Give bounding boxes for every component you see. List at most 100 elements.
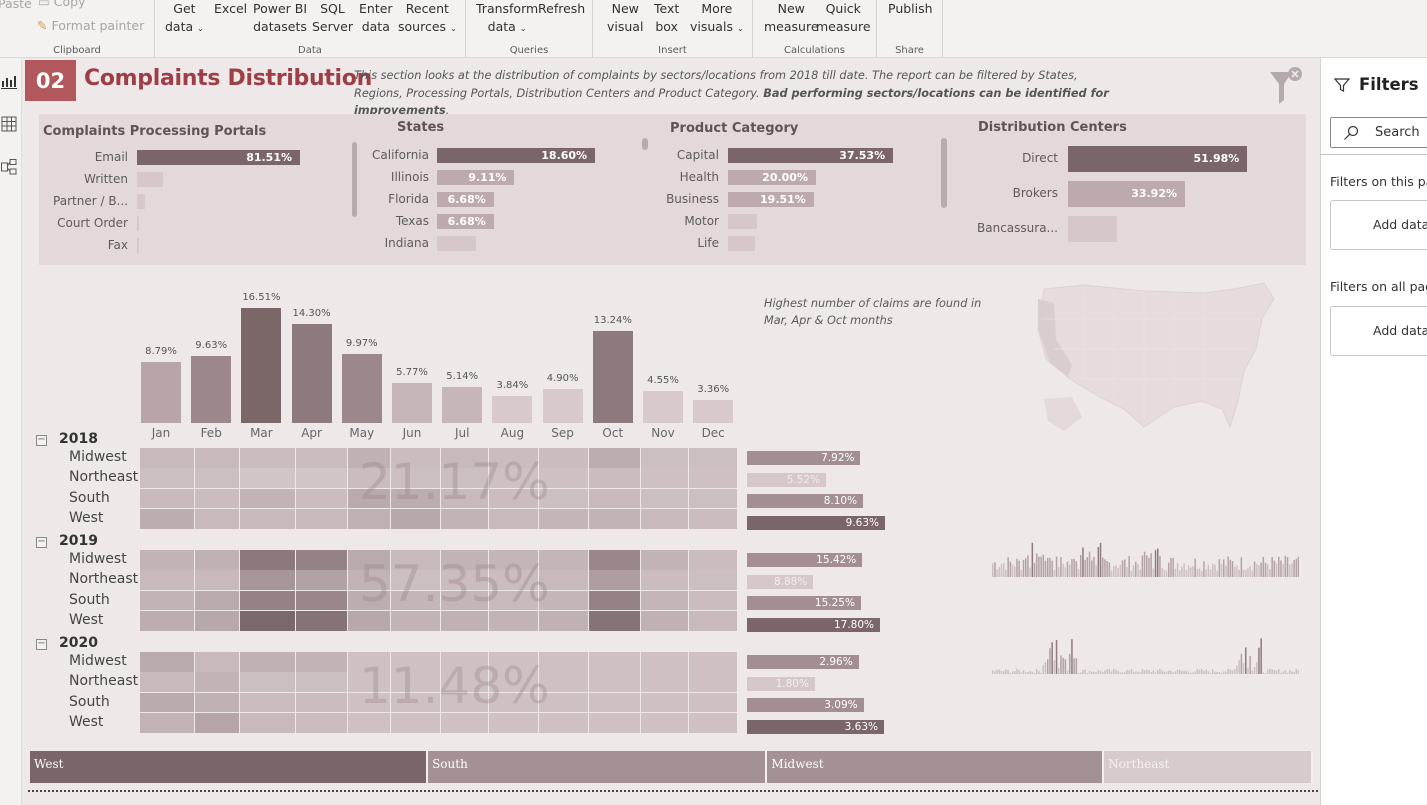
treemap-tile[interactable]: Midwest bbox=[767, 751, 1105, 783]
heatmap-cell[interactable] bbox=[296, 652, 347, 672]
heatmap-cell[interactable] bbox=[689, 508, 737, 529]
new-visual-button[interactable]: New visual bbox=[607, 0, 643, 36]
format-painter-button[interactable]: ✎ Format painter bbox=[37, 17, 144, 35]
region-bar[interactable]: 7.92% bbox=[747, 451, 861, 465]
slicer-bar[interactable] bbox=[1068, 216, 1117, 242]
states-scrollbar[interactable] bbox=[642, 138, 648, 150]
heatmap-cell[interactable] bbox=[195, 508, 239, 529]
heatmap-cell[interactable] bbox=[140, 570, 194, 591]
column-bar[interactable] bbox=[492, 396, 533, 423]
slicer-item-label[interactable]: Texas bbox=[396, 214, 429, 228]
column-bar[interactable] bbox=[141, 361, 181, 423]
heatmap-cell[interactable] bbox=[641, 570, 688, 591]
heatmap-cell[interactable] bbox=[589, 712, 640, 733]
heatmap-cell[interactable] bbox=[348, 508, 390, 529]
add-data-fields-this-page[interactable]: Add data fields here bbox=[1330, 200, 1427, 250]
heatmap-cell[interactable] bbox=[689, 570, 737, 591]
get-data-button[interactable]: Get data ⌄ bbox=[165, 0, 204, 38]
slicer-bar[interactable]: 19.51% bbox=[728, 192, 814, 207]
enter-data-button[interactable]: Enter data bbox=[359, 0, 393, 36]
slicer-item-label[interactable]: Direct bbox=[1022, 151, 1058, 165]
heatmap-cell[interactable] bbox=[240, 550, 295, 570]
recent-sources-button[interactable]: Recent sources ⌄ bbox=[398, 0, 457, 38]
region-bar[interactable]: 2.96% bbox=[747, 655, 859, 669]
heatmap-cell[interactable] bbox=[195, 652, 239, 672]
region-row-label[interactable]: Midwest bbox=[69, 653, 127, 669]
slicer-bar[interactable] bbox=[437, 236, 477, 251]
copy-button[interactable]: ▭ Copy bbox=[38, 0, 86, 11]
heatmap-cell[interactable] bbox=[240, 448, 295, 468]
heatmap-cell[interactable] bbox=[441, 712, 488, 733]
heatmap-cell[interactable] bbox=[296, 610, 347, 631]
heatmap-cell[interactable] bbox=[140, 448, 194, 468]
heatmap-cell[interactable] bbox=[140, 652, 194, 672]
heatmap-cell[interactable] bbox=[240, 672, 295, 693]
slicer-item-label[interactable]: Business bbox=[666, 192, 719, 206]
slicer-item-label[interactable]: Email bbox=[95, 150, 128, 164]
heatmap-cell[interactable] bbox=[689, 448, 737, 468]
heatmap-cell[interactable] bbox=[641, 508, 688, 529]
slicer-item-label[interactable]: Illinois bbox=[391, 170, 429, 184]
clear-filters-icon[interactable] bbox=[1270, 66, 1304, 106]
heatmap-cell[interactable] bbox=[348, 610, 390, 631]
region-bar[interactable]: 1.80% bbox=[747, 676, 815, 691]
slicer-item-label[interactable]: Capital bbox=[677, 148, 719, 162]
region-row-label[interactable]: Northeast bbox=[69, 469, 138, 485]
region-bar[interactable]: 5.52% bbox=[747, 472, 827, 487]
year-label[interactable]: 2018 bbox=[59, 431, 98, 447]
region-bar[interactable]: 8.10% bbox=[747, 494, 864, 508]
heatmap-cell[interactable] bbox=[240, 652, 295, 672]
heatmap-cell[interactable] bbox=[641, 672, 688, 693]
sparkline-2019[interactable] bbox=[992, 638, 1299, 674]
us-map[interactable] bbox=[1024, 279, 1284, 439]
region-row-label[interactable]: South bbox=[69, 694, 110, 710]
slicer-item-label[interactable]: Fax bbox=[108, 238, 128, 252]
portals-scrollbar[interactable] bbox=[352, 142, 357, 217]
slicer-bar[interactable]: 33.92% bbox=[1068, 181, 1186, 207]
heatmap-cell[interactable] bbox=[441, 610, 488, 631]
heatmap-cell[interactable] bbox=[240, 590, 295, 611]
heatmap-cell[interactable] bbox=[195, 448, 239, 468]
heatmap-cell[interactable] bbox=[589, 468, 640, 489]
heatmap-cell[interactable] bbox=[689, 488, 737, 509]
heatmap-cell[interactable] bbox=[689, 692, 737, 713]
slicer-bar[interactable]: 6.68% bbox=[437, 214, 494, 229]
heatmap-cell[interactable] bbox=[689, 610, 737, 631]
heatmap-cell[interactable] bbox=[489, 610, 538, 631]
heatmap-cell[interactable] bbox=[296, 468, 347, 489]
heatmap-cell[interactable] bbox=[296, 508, 347, 529]
slicer-item-label[interactable]: Court Order bbox=[57, 216, 128, 230]
paste-button[interactable]: Paste bbox=[0, 0, 32, 13]
heatmap-cell[interactable] bbox=[689, 550, 737, 570]
region-row-label[interactable]: West bbox=[69, 714, 103, 730]
transform-data-button[interactable]: Transform data ⌄ bbox=[476, 0, 538, 38]
heatmap-cell[interactable] bbox=[240, 488, 295, 509]
treemap-tile[interactable]: West bbox=[30, 751, 429, 783]
heatmap-cell[interactable] bbox=[641, 488, 688, 509]
heatmap-cell[interactable] bbox=[589, 448, 640, 468]
heatmap-cell[interactable] bbox=[140, 468, 194, 489]
column-bar[interactable] bbox=[341, 353, 382, 423]
heatmap-cell[interactable] bbox=[689, 672, 737, 693]
region-bar[interactable]: 15.42% bbox=[747, 553, 863, 567]
slicer-item-label[interactable]: California bbox=[372, 148, 429, 162]
slicer-bar[interactable]: 20.00% bbox=[728, 170, 816, 185]
heatmap-cell[interactable] bbox=[539, 610, 588, 631]
heatmap-cell[interactable] bbox=[641, 550, 688, 570]
region-bar[interactable]: 3.09% bbox=[747, 698, 864, 712]
slicer-bar[interactable]: 6.68% bbox=[437, 192, 494, 207]
heatmap-cell[interactable] bbox=[195, 468, 239, 489]
region-bar[interactable]: 9.63% bbox=[747, 515, 885, 530]
heatmap-cell[interactable] bbox=[689, 468, 737, 489]
heatmap-cell[interactable] bbox=[589, 610, 640, 631]
heatmap-cell[interactable] bbox=[641, 610, 688, 631]
slicer-bar[interactable] bbox=[137, 172, 163, 187]
column-bar[interactable] bbox=[392, 382, 432, 423]
heatmap-cell[interactable] bbox=[296, 550, 347, 570]
sql-server-button[interactable]: SQL Server bbox=[312, 0, 353, 36]
heatmap-cell[interactable] bbox=[689, 590, 737, 611]
treemap-tile[interactable]: Northeast bbox=[1104, 751, 1313, 783]
model-view-icon[interactable] bbox=[1, 159, 17, 175]
heatmap-cell[interactable] bbox=[441, 508, 488, 529]
data-view-icon[interactable] bbox=[1, 116, 17, 132]
